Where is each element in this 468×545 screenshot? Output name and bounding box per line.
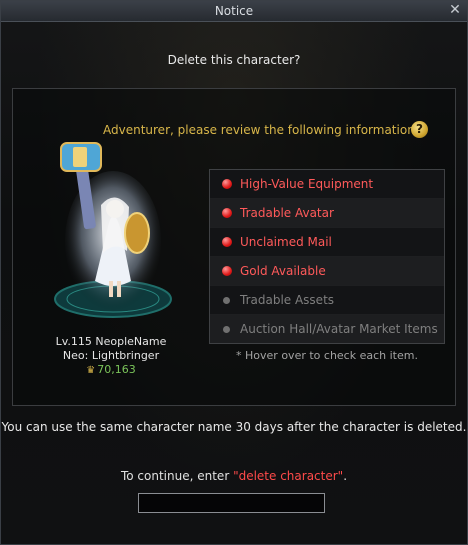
confirm-delete-input[interactable]: [138, 493, 325, 513]
checklist-item-tradable-avatar[interactable]: Tradable Avatar: [210, 199, 444, 228]
gray-dot-icon: [223, 297, 230, 304]
delete-question: Delete this character?: [167, 53, 301, 67]
continue-suffix: .: [343, 469, 348, 483]
checklist-item-label: Tradable Assets: [240, 293, 335, 307]
red-dot-icon: [222, 208, 232, 218]
character-job: Neo: Lightbringer: [62, 349, 160, 362]
checklist-item-high-value-equipment[interactable]: High-Value Equipment: [210, 170, 444, 199]
confirm-keyword: "delete character": [233, 469, 344, 483]
dialog-title: Notice: [214, 4, 254, 18]
continue-instruction: To continue, enter "delete character".: [1, 469, 467, 483]
continue-prefix: To continue, enter: [120, 469, 234, 483]
checklist-item-label: High-Value Equipment: [240, 177, 374, 191]
hover-hint: * Hover over to check each item.: [236, 349, 418, 362]
checklist-item-auction-hall[interactable]: Auction Hall/Avatar Market Items: [210, 315, 444, 343]
character-info: Lv.115 NeopleName Neo: Lightbringer ♛ 70,…: [31, 335, 191, 376]
checklist-item-gold-available[interactable]: Gold Available: [210, 257, 444, 286]
checklist-item-label: Unclaimed Mail: [240, 235, 332, 249]
notice-dialog: Notice ✕ Delete this character? Adventur…: [0, 0, 468, 545]
checklist-item-label: Tradable Avatar: [240, 206, 334, 220]
red-dot-icon: [222, 179, 232, 189]
review-panel: Adventurer, please review the following …: [12, 88, 456, 406]
checklist-item-tradable-assets[interactable]: Tradable Assets: [210, 286, 444, 315]
gray-dot-icon: [223, 326, 230, 333]
rename-notice: You can use the same character name 30 d…: [1, 420, 467, 434]
character-score: ♛ 70,163: [31, 363, 191, 376]
score-value: 70,163: [97, 363, 136, 376]
red-dot-icon: [222, 266, 232, 276]
close-icon[interactable]: ✕: [447, 2, 463, 18]
character-level-name: Lv.115 NeopleName: [55, 335, 167, 348]
checklist-item-label: Auction Hall/Avatar Market Items: [240, 322, 438, 336]
red-dot-icon: [222, 237, 232, 247]
checklist-item-label: Gold Available: [240, 264, 326, 278]
review-message: Adventurer, please review the following …: [103, 123, 419, 137]
checklist-item-unclaimed-mail[interactable]: Unclaimed Mail: [210, 228, 444, 257]
help-icon[interactable]: ?: [411, 121, 428, 138]
checklist: High-Value Equipment Tradable Avatar Unc…: [209, 169, 445, 344]
crown-icon: ♛: [86, 365, 96, 376]
character-portrait: [54, 142, 172, 318]
title-bar: Notice ✕: [1, 1, 467, 22]
